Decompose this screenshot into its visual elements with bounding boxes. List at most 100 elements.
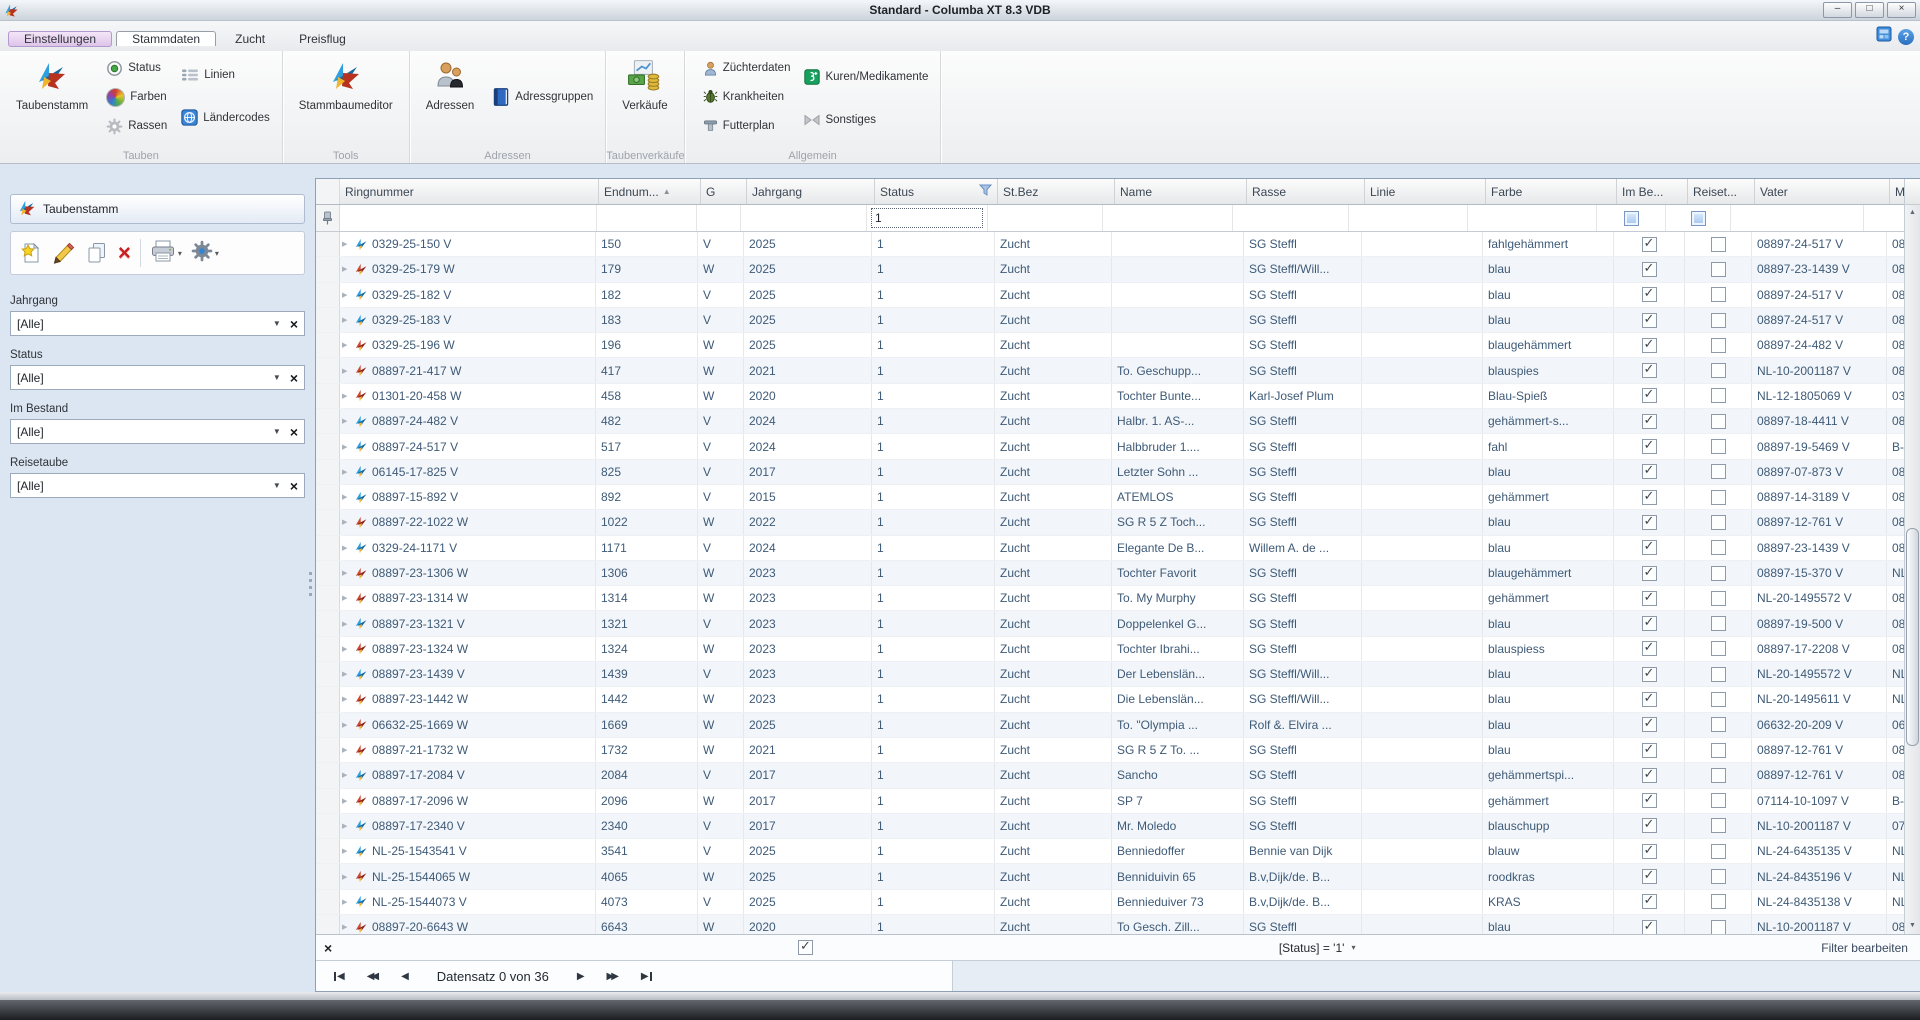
imbestand-checkbox[interactable]: ✓ [1642, 616, 1657, 631]
reisetaube-checkbox[interactable] [1711, 439, 1726, 454]
expand-row-icon[interactable]: ▶ [342, 367, 351, 375]
table-row[interactable]: ▶08897-22-1022 W1022W20221ZuchtSG R 5 Z … [316, 510, 1904, 535]
table-row[interactable]: ▶0329-25-196 W196W20251ZuchtSG Stefflbla… [316, 333, 1904, 358]
imbestand-checkbox[interactable]: ✓ [1642, 793, 1657, 808]
expand-row-icon[interactable]: ▶ [342, 468, 351, 476]
table-row[interactable]: ▶08897-23-1314 W1314W20231ZuchtTo. My Mu… [316, 586, 1904, 611]
table-row[interactable]: ▶08897-23-1321 V1321V20231ZuchtDoppelenk… [316, 611, 1904, 636]
reisetaube-checkbox[interactable] [1711, 464, 1726, 479]
imbestand-checkbox[interactable]: ✓ [1642, 591, 1657, 606]
clear-filter-icon[interactable]: × [290, 425, 298, 439]
reisetaube-checkbox[interactable] [1711, 388, 1726, 403]
autofilter-cell-reisetaube[interactable] [1666, 205, 1731, 231]
column-header-name[interactable]: Name [1115, 179, 1247, 204]
nav-prev-page-button[interactable]: ◀◀ [367, 971, 379, 982]
imbestand-checkbox[interactable]: ✓ [1642, 262, 1657, 277]
vertical-scrollbar[interactable]: ▲ ▼ [1904, 179, 1920, 934]
reisetaube-checkbox[interactable] [1711, 591, 1726, 606]
tab-einstellungen[interactable]: Einstellungen [8, 31, 112, 47]
expand-row-icon[interactable]: ▶ [342, 392, 351, 400]
expand-row-icon[interactable]: ▶ [342, 620, 351, 628]
imbestand-checkbox[interactable]: ✓ [1642, 667, 1657, 682]
ribbon-button-stammbaumeditor[interactable]: Stammbaumeditor [291, 54, 401, 114]
table-row[interactable]: ▶08897-15-892 V892V20151ZuchtATEMLOSSG S… [316, 485, 1904, 510]
reisetaube-checkbox[interactable] [1711, 844, 1726, 859]
expand-row-icon[interactable]: ▶ [342, 797, 351, 805]
imbestand-checkbox[interactable]: ✓ [1642, 414, 1657, 429]
imbestand-checkbox[interactable]: ✓ [1642, 768, 1657, 783]
filter-combo-status[interactable]: [Alle]▼× [10, 365, 305, 390]
reisetaube-checkbox[interactable] [1711, 641, 1726, 656]
imbestand-checkbox[interactable]: ✓ [1642, 515, 1657, 530]
ribbon-button-züchterdaten[interactable]: Züchterdaten [699, 60, 795, 77]
imbestand-checkbox[interactable]: ✓ [1642, 388, 1657, 403]
table-row[interactable]: ▶0329-25-183 V183V20251ZuchtSG Stefflbla… [316, 308, 1904, 333]
imbestand-checkbox[interactable]: ✓ [1642, 287, 1657, 302]
column-header-jahrgang[interactable]: Jahrgang [747, 179, 875, 204]
new-record-button[interactable] [19, 241, 43, 265]
autofilter-cell-name[interactable] [1103, 205, 1233, 231]
imbestand-checkbox[interactable]: ✓ [1642, 439, 1657, 454]
ribbon-button-kuren-medikamente[interactable]: Kuren/Medikamente [800, 68, 932, 86]
imbestand-checkbox[interactable]: ✓ [1642, 717, 1657, 732]
edit-filter-link[interactable]: Filter bearbeiten [1821, 941, 1912, 955]
autofilter-cell-g[interactable] [697, 205, 741, 231]
autofilter-cell-status[interactable]: 1 [867, 205, 988, 231]
reisetaube-checkbox[interactable] [1711, 793, 1726, 808]
scrollbar-thumb[interactable] [1906, 528, 1919, 746]
settings-button[interactable]: ▾ [191, 240, 219, 267]
imbestand-checkbox[interactable]: ✓ [1642, 313, 1657, 328]
expand-row-icon[interactable]: ▶ [342, 873, 351, 881]
ribbon-button-sonstiges[interactable]: Sonstiges [800, 113, 932, 127]
reisetaube-checkbox[interactable] [1711, 869, 1726, 884]
table-row[interactable]: ▶08897-24-517 V517V20241ZuchtHalbbruder … [316, 434, 1904, 459]
scrollbar-track[interactable] [1905, 221, 1920, 918]
filter-funnel-icon[interactable] [979, 184, 992, 199]
autofilter-cell-ring[interactable] [340, 205, 597, 231]
imbestand-checkbox[interactable]: ✓ [1642, 464, 1657, 479]
imbestand-checkbox[interactable]: ✓ [1642, 869, 1657, 884]
table-row[interactable]: ▶0329-25-182 V182V20251ZuchtSG Stefflbla… [316, 283, 1904, 308]
column-header-imbestand[interactable]: Im Be... [1617, 179, 1688, 204]
column-header-mutter[interactable]: Mutter [1890, 179, 1904, 204]
expand-row-icon[interactable]: ▶ [342, 493, 351, 501]
expand-row-icon[interactable]: ▶ [342, 569, 351, 577]
expand-row-icon[interactable]: ▶ [342, 670, 351, 678]
chevron-down-icon[interactable]: ▼ [273, 373, 281, 382]
ribbon-button-verkäufe[interactable]: Verkäufe [614, 54, 675, 114]
imbestand-checkbox[interactable]: ✓ [1642, 743, 1657, 758]
table-row[interactable]: ▶08897-24-482 V482V20241ZuchtHalbr. 1. A… [316, 409, 1904, 434]
expand-row-icon[interactable]: ▶ [342, 721, 351, 729]
table-row[interactable]: ▶0329-24-1171 V1171V20241ZuchtElegante D… [316, 536, 1904, 561]
nav-first-button[interactable]: ◀ [334, 971, 345, 982]
reisetaube-checkbox[interactable] [1711, 414, 1726, 429]
ribbon-button-krankheiten[interactable]: Krankheiten [699, 88, 795, 105]
table-row[interactable]: ▶08897-23-1439 V1439V20231ZuchtDer Leben… [316, 662, 1904, 687]
close-button[interactable]: × [1887, 2, 1916, 18]
imbestand-checkbox[interactable]: ✓ [1642, 894, 1657, 909]
reisetaube-checkbox[interactable] [1711, 490, 1726, 505]
imbestand-checkbox[interactable]: ✓ [1642, 566, 1657, 581]
autofilter-cell-farbe[interactable] [1468, 205, 1597, 231]
help-icon[interactable]: ? [1898, 29, 1914, 45]
autofilter-cell-stbez[interactable] [988, 205, 1103, 231]
table-row[interactable]: ▶08897-21-1732 W1732W20211ZuchtSG R 5 Z … [316, 738, 1904, 763]
reisetaube-checkbox[interactable] [1711, 287, 1726, 302]
nav-prev-button[interactable]: ◀ [401, 971, 409, 982]
edit-record-button[interactable] [52, 241, 76, 265]
reisetaube-checkbox[interactable] [1711, 920, 1726, 934]
autofilter-cell-jahrgang[interactable] [741, 205, 867, 231]
expand-row-icon[interactable]: ▶ [342, 265, 351, 273]
table-row[interactable]: ▶01301-20-458 W458W20201ZuchtTochter Bun… [316, 384, 1904, 409]
ribbon-button-taubenstamm[interactable]: Taubenstamm [8, 54, 96, 114]
reisetaube-checkbox[interactable] [1711, 540, 1726, 555]
column-header-reisetaube[interactable]: Reiset... [1688, 179, 1755, 204]
expand-row-icon[interactable]: ▶ [342, 746, 351, 754]
table-row[interactable]: ▶08897-17-2340 V2340V20171ZuchtMr. Moled… [316, 814, 1904, 839]
tab-zucht[interactable]: Zucht [220, 32, 280, 46]
table-row[interactable]: ▶06632-25-1669 W1669W20251ZuchtTo. "Olym… [316, 713, 1904, 738]
expand-row-icon[interactable]: ▶ [342, 822, 351, 830]
reisetaube-checkbox[interactable] [1711, 515, 1726, 530]
table-row[interactable]: ▶06145-17-825 V825V20171ZuchtLetzter Soh… [316, 460, 1904, 485]
nav-next-page-button[interactable]: ▶▶ [607, 971, 619, 982]
